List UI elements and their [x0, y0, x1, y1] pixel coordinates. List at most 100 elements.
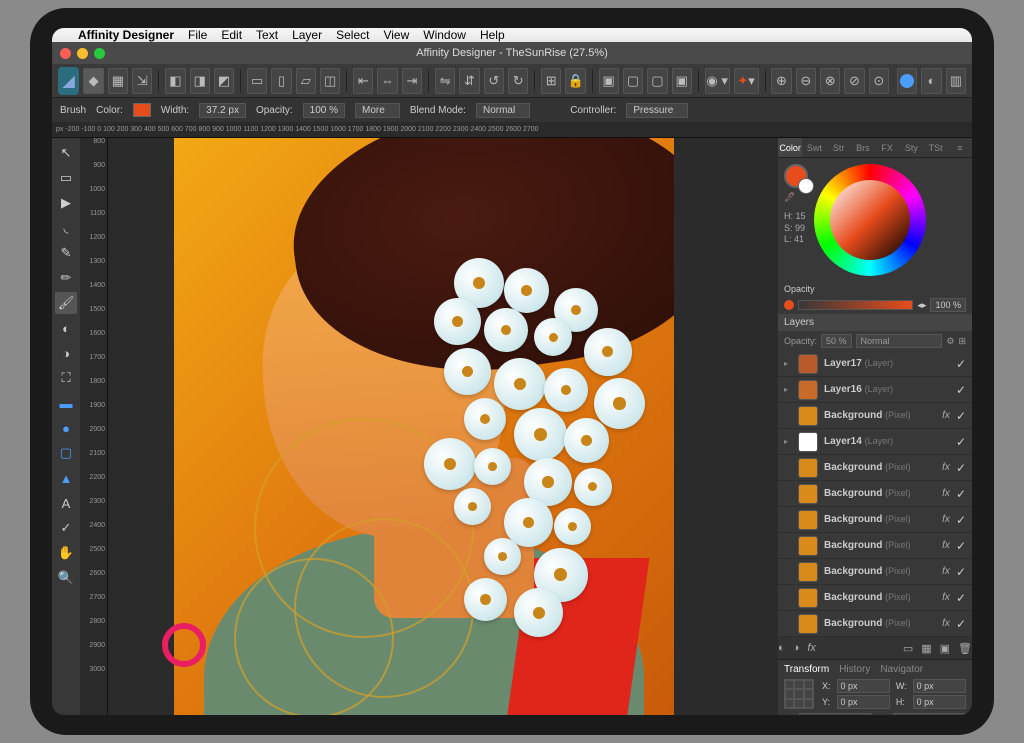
flip-h-icon[interactable]: ⇋: [435, 68, 455, 94]
eyedropper-tool-icon[interactable]: ✓: [55, 517, 77, 539]
text-tool-icon[interactable]: A: [55, 492, 77, 514]
tab-color[interactable]: Color: [778, 138, 802, 157]
adjustment-icon[interactable]: ◑: [793, 642, 800, 654]
layer-row[interactable]: ▸Layer14 (Layer)✓: [778, 429, 972, 455]
tab-styles[interactable]: Sty: [899, 138, 923, 157]
layers-header[interactable]: Layers: [778, 314, 972, 331]
persona-export-icon[interactable]: ⇲: [132, 68, 152, 94]
group-icon[interactable]: ▣: [940, 642, 950, 655]
boolean-div-icon[interactable]: ⊙: [869, 68, 889, 94]
delete-layer-icon[interactable]: 🗑: [958, 642, 972, 655]
arrange-2-icon[interactable]: ▯: [271, 68, 291, 94]
tab-history[interactable]: History: [839, 664, 870, 675]
lock-icon[interactable]: 🔒: [565, 68, 585, 94]
chevron-icon[interactable]: ▸: [784, 359, 792, 368]
boolean-xor-icon[interactable]: ⊘: [844, 68, 864, 94]
tab-navigator[interactable]: Navigator: [880, 664, 923, 675]
menu-help[interactable]: Help: [480, 28, 505, 42]
layer-row[interactable]: Background (Pixel)fx✓: [778, 507, 972, 533]
visibility-toggle-icon[interactable]: ✓: [956, 461, 966, 475]
menu-layer[interactable]: Layer: [292, 28, 322, 42]
add-pixel-icon[interactable]: ▦: [921, 642, 931, 655]
add-layer-icon[interactable]: ▭: [903, 642, 913, 655]
menu-view[interactable]: View: [383, 28, 409, 42]
persona-pixel-icon[interactable]: ▦: [108, 68, 128, 94]
layer-opacity-input[interactable]: 50 %: [821, 334, 852, 348]
align-3-icon[interactable]: ⇥: [402, 68, 422, 94]
brush-tool-icon[interactable]: 🖌: [55, 292, 77, 314]
opacity-input[interactable]: 100 %: [303, 103, 345, 118]
layer-opts-3-icon[interactable]: ◩: [214, 68, 234, 94]
close-button[interactable]: [60, 48, 71, 59]
layer-lock-icon[interactable]: ⊞: [958, 336, 966, 347]
visibility-toggle-icon[interactable]: ✓: [956, 357, 966, 371]
visibility-toggle-icon[interactable]: ✓: [956, 487, 966, 501]
boolean-sub-icon[interactable]: ⊖: [796, 68, 816, 94]
align-1-icon[interactable]: ⇤: [353, 68, 373, 94]
blend-dropdown[interactable]: Normal: [476, 103, 530, 118]
ruler-horizontal[interactable]: px -200 -100 0 100 200 300 400 500 600 7…: [52, 122, 972, 138]
layer-fx-badge[interactable]: fx: [942, 410, 950, 421]
width-input[interactable]: 37.2 px: [199, 103, 246, 118]
order-forward-icon[interactable]: ▢: [647, 68, 667, 94]
canvas[interactable]: [108, 138, 778, 715]
shape-tri-tool-icon[interactable]: ▲: [55, 467, 77, 489]
shape-ellipse-tool-icon[interactable]: ●: [55, 417, 77, 439]
layer-row[interactable]: ▸Layer17 (Layer)✓: [778, 351, 972, 377]
layer-fx-badge[interactable]: fx: [942, 592, 950, 603]
layers-list[interactable]: ▸Layer17 (Layer)✓▸Layer16 (Layer)✓Backgr…: [778, 351, 972, 637]
tab-fx[interactable]: FX: [875, 138, 899, 157]
layer-row[interactable]: Background (Pixel)fx✓: [778, 455, 972, 481]
arrange-1-icon[interactable]: ▭: [247, 68, 267, 94]
layer-fx-badge[interactable]: fx: [942, 566, 950, 577]
more-dropdown[interactable]: More: [355, 103, 400, 118]
visibility-toggle-icon[interactable]: ✓: [956, 565, 966, 579]
align-2-icon[interactable]: ⇔: [377, 68, 397, 94]
order-front-icon[interactable]: ▣: [672, 68, 692, 94]
insert-target-icon[interactable]: ◉ ▾: [705, 68, 730, 94]
layer-opts-1-icon[interactable]: ◧: [165, 68, 185, 94]
studio-icon[interactable]: ▥: [946, 68, 966, 94]
maximize-button[interactable]: [94, 48, 105, 59]
transform-w-input[interactable]: [913, 679, 966, 693]
account-icon[interactable]: [897, 68, 917, 94]
preferences-icon[interactable]: ◐: [921, 68, 941, 94]
layer-fx-badge[interactable]: fx: [942, 618, 950, 629]
chevron-icon[interactable]: ▸: [784, 385, 792, 394]
visibility-toggle-icon[interactable]: ✓: [956, 409, 966, 423]
arrange-4-icon[interactable]: ◫: [320, 68, 340, 94]
controller-dropdown[interactable]: Pressure: [626, 103, 688, 118]
zoom-tool-icon[interactable]: 🔍: [55, 567, 77, 589]
visibility-toggle-icon[interactable]: ✓: [956, 617, 966, 631]
layer-fx-badge[interactable]: fx: [942, 540, 950, 551]
shape-rrect-tool-icon[interactable]: ▢: [55, 442, 77, 464]
ruler-vertical[interactable]: 8009001000110012001300140015001600170018…: [80, 138, 108, 715]
layer-row[interactable]: Background (Pixel)fx✓: [778, 481, 972, 507]
opacity-value[interactable]: 100 %: [930, 298, 966, 312]
layer-row[interactable]: Background (Pixel)fx✓: [778, 585, 972, 611]
menu-file[interactable]: File: [188, 28, 207, 42]
menu-text[interactable]: Text: [256, 28, 278, 42]
hand-tool-icon[interactable]: ✋: [55, 542, 77, 564]
pen-tool-icon[interactable]: ✎: [55, 242, 77, 264]
visibility-toggle-icon[interactable]: ✓: [956, 435, 966, 449]
node-tool-icon[interactable]: ▶: [55, 192, 77, 214]
menu-edit[interactable]: Edit: [221, 28, 242, 42]
transform-r-input[interactable]: [799, 713, 872, 715]
fill-tool-icon[interactable]: ◐: [55, 317, 77, 339]
minimize-button[interactable]: [77, 48, 88, 59]
corner-tool-icon[interactable]: ◟: [55, 217, 77, 239]
rotate-ccw-icon[interactable]: ↺: [484, 68, 504, 94]
fx-icon[interactable]: fx: [807, 642, 816, 654]
layer-row[interactable]: Background (Pixel)fx✓: [778, 611, 972, 637]
artboard-tool-icon[interactable]: ▭: [55, 167, 77, 189]
move-tool-icon[interactable]: ↖: [55, 142, 77, 164]
anchor-selector[interactable]: [784, 679, 814, 709]
secondary-color-swatch[interactable]: [798, 178, 814, 194]
transform-s-input[interactable]: [893, 713, 966, 715]
arrange-3-icon[interactable]: ▱: [296, 68, 316, 94]
opacity-slider[interactable]: [798, 300, 913, 310]
tab-stroke[interactable]: Str: [827, 138, 851, 157]
order-back-icon[interactable]: ▣: [599, 68, 619, 94]
visibility-toggle-icon[interactable]: ✓: [956, 513, 966, 527]
